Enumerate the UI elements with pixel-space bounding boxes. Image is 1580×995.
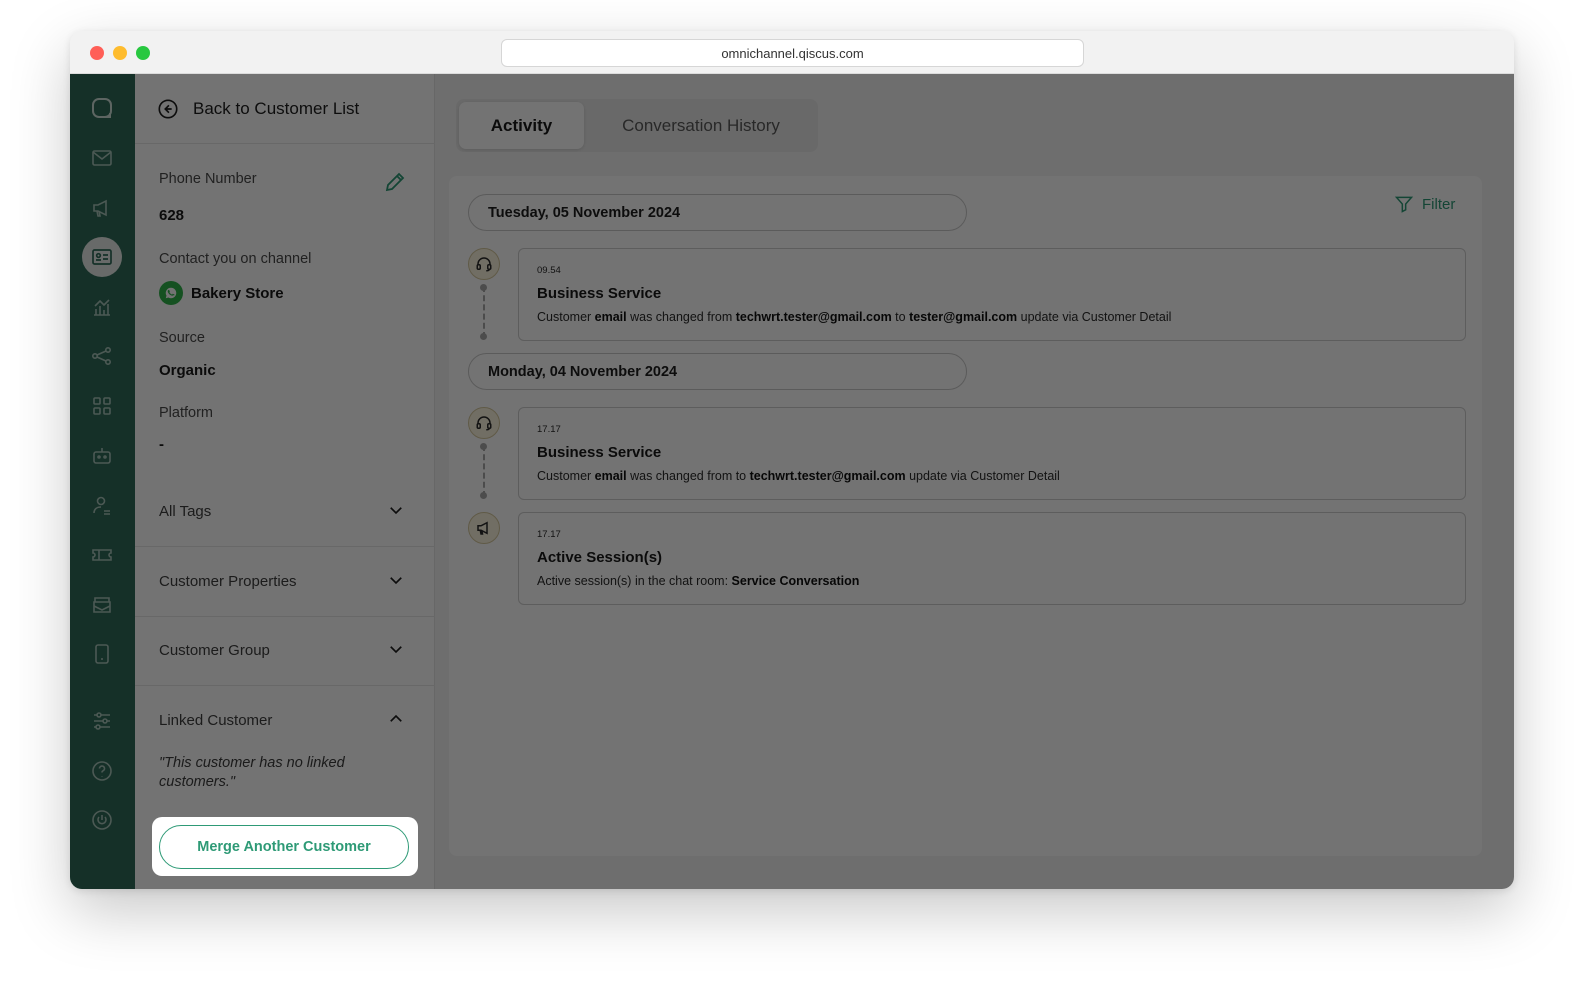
accordion-customer-properties[interactable]: Customer Properties	[135, 547, 435, 617]
event-title: Business Service	[537, 444, 662, 461]
date-header: Monday, 04 November 2024	[468, 353, 967, 390]
timeline-dot	[480, 333, 487, 340]
accordion-label: All Tags	[159, 503, 212, 520]
ticket-icon[interactable]	[82, 535, 122, 575]
browser-window: omnichannel.qiscus.com Back to Customer …	[70, 31, 1514, 889]
tab-bar: Activity Conversation History	[456, 99, 818, 152]
arrow-left-circle-icon	[158, 98, 178, 119]
chevron-down-icon	[390, 507, 402, 515]
power-icon[interactable]	[82, 800, 122, 840]
qiscus-logo-icon[interactable]	[82, 88, 122, 128]
bot-icon[interactable]	[82, 436, 122, 476]
timeline-dot	[480, 492, 487, 499]
chevron-down-icon	[390, 577, 402, 585]
event-description: Customer email was changed from to techw…	[537, 469, 1060, 483]
whatsapp-icon	[159, 281, 183, 305]
source-value: Organic	[159, 362, 216, 379]
event-description: Active session(s) in the chat room: Serv…	[537, 574, 860, 588]
accordion-label: Customer Group	[159, 642, 270, 659]
date-header: Tuesday, 05 November 2024	[468, 194, 967, 231]
inbox-icon[interactable]	[82, 138, 122, 178]
mobile-icon[interactable]	[82, 634, 122, 674]
integration-icon[interactable]	[82, 336, 122, 376]
address-bar[interactable]: omnichannel.qiscus.com	[501, 39, 1084, 67]
activity-card: Filter Tuesday, 05 November 2024 09.54 B…	[449, 176, 1482, 856]
activity-event: 09.54 Business Service Customer email wa…	[518, 248, 1466, 341]
linked-customer-empty-text: "This customer has no linked customers."	[159, 755, 345, 790]
chevron-down-icon	[390, 646, 402, 654]
agent-icon[interactable]	[82, 485, 122, 525]
apps-icon[interactable]	[82, 386, 122, 426]
customer-list-icon[interactable]	[82, 237, 122, 277]
headset-icon	[468, 248, 500, 280]
back-label: Back to Customer List	[193, 98, 360, 118]
back-to-customer-list[interactable]: Back to Customer List	[135, 74, 435, 144]
accordion-label: Customer Properties	[159, 573, 297, 590]
browser-titlebar: omnichannel.qiscus.com	[70, 31, 1514, 74]
tab-conversation-history[interactable]: Conversation History	[586, 102, 816, 149]
activity-event: 17.17 Business Service Customer email wa…	[518, 407, 1466, 500]
main-content: Activity Conversation History Filter Tue…	[436, 74, 1514, 889]
filter-funnel-icon	[1394, 196, 1414, 213]
megaphone-icon	[468, 512, 500, 544]
accordion-customer-group[interactable]: Customer Group	[135, 616, 435, 686]
nav-rail	[70, 74, 135, 889]
phone-number-label: Phone Number	[159, 171, 257, 187]
maximize-window-button[interactable]	[136, 46, 150, 60]
edit-pencil-icon[interactable]	[383, 170, 407, 194]
headset-icon	[468, 407, 500, 439]
activity-event: 17.17 Active Session(s) Active session(s…	[518, 512, 1466, 605]
merge-another-customer-button[interactable]: Merge Another Customer	[159, 825, 409, 869]
event-time: 17.17	[537, 424, 561, 435]
timeline-connector	[483, 445, 485, 497]
filter-button[interactable]: Filter	[1394, 194, 1455, 214]
accordion-label: Linked Customer	[159, 712, 273, 729]
inbox-tray-icon[interactable]	[82, 585, 122, 625]
chevron-up-icon	[390, 714, 402, 722]
channel-value: Bakery Store	[191, 285, 284, 302]
timeline-dot	[480, 284, 487, 291]
source-label: Source	[159, 330, 205, 346]
platform-value: -	[159, 436, 164, 453]
event-time: 09.54	[537, 265, 561, 276]
platform-label: Platform	[159, 405, 213, 421]
timeline-dot	[480, 443, 487, 450]
event-description: Customer email was changed from techwrt.…	[537, 310, 1172, 324]
settings-sliders-icon[interactable]	[82, 701, 122, 741]
event-title: Active Session(s)	[537, 549, 663, 566]
app-root: Back to Customer List Phone Number 628 C…	[70, 74, 1514, 889]
timeline-connector	[483, 286, 485, 338]
filter-label: Filter	[1422, 195, 1456, 213]
phone-number-value: 628	[159, 207, 185, 224]
event-title: Business Service	[537, 285, 662, 302]
accordion-linked-customer[interactable]: Linked Customer	[135, 686, 435, 756]
channel-label: Contact you on channel	[159, 251, 312, 267]
help-icon[interactable]	[82, 751, 122, 791]
customer-detail-panel: Back to Customer List Phone Number 628 C…	[135, 74, 435, 889]
tab-activity[interactable]: Activity	[459, 102, 584, 149]
broadcast-icon[interactable]	[82, 188, 122, 228]
event-time: 17.17	[537, 529, 561, 540]
accordion-all-tags[interactable]: All Tags	[135, 477, 435, 547]
analytics-icon[interactable]	[82, 287, 122, 327]
spotlight-highlight: Merge Another Customer	[152, 817, 418, 876]
minimize-window-button[interactable]	[113, 46, 127, 60]
close-window-button[interactable]	[90, 46, 104, 60]
